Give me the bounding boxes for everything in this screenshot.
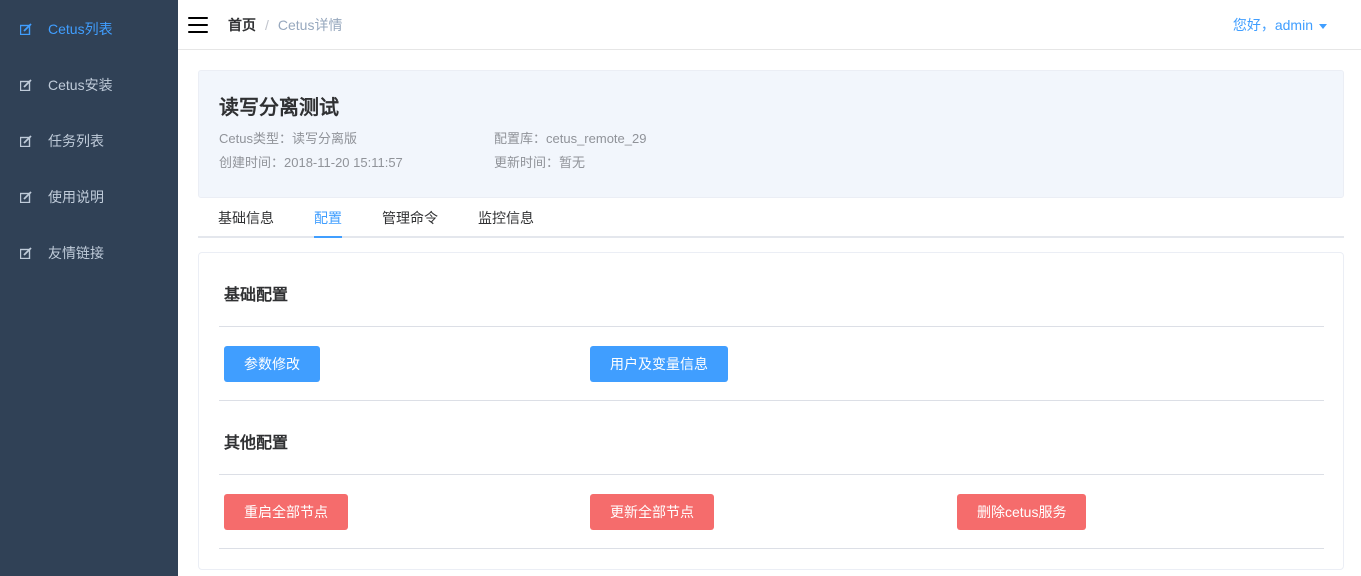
- caret-down-icon: [1319, 23, 1327, 29]
- created-time: 创建时间：2018-11-20 15:11:57: [219, 155, 403, 170]
- sidebar-item-cetus-install[interactable]: Cetus安装: [0, 57, 178, 113]
- tab-bar: 基础信息 配置 管理命令 监控信息: [198, 198, 1344, 238]
- user-menu[interactable]: 您好，admin: [1233, 0, 1327, 50]
- edit-icon: [20, 79, 32, 91]
- section-title-basic-config: 基础配置: [224, 287, 289, 304]
- breadcrumb-home[interactable]: 首页: [228, 15, 256, 35]
- sidebar-item-label: 友情链接: [48, 245, 104, 261]
- sidebar-item-cetus-list[interactable]: Cetus列表: [0, 1, 178, 57]
- active-tab-indicator: [314, 236, 342, 238]
- config-db: 配置库：cetus_remote_29: [494, 131, 647, 146]
- sidebar-item-label: 任务列表: [48, 133, 104, 149]
- sidebar-item-friend-links[interactable]: 友情链接: [0, 225, 178, 281]
- user-variables-button[interactable]: 用户及变量信息: [590, 346, 728, 382]
- breadcrumb-separator: /: [265, 16, 269, 33]
- breadcrumb-current: Cetus详情: [277, 16, 343, 33]
- section-title-other-config: 其他配置: [224, 435, 289, 452]
- cetus-type: Cetus类型：读写分离版: [219, 131, 357, 146]
- delete-cetus-service-button[interactable]: 删除cetus服务: [957, 494, 1087, 530]
- user-greeting: 您好，admin: [1232, 17, 1313, 33]
- sidebar-item-label: 使用说明: [48, 189, 104, 205]
- instance-header: 读写分离测试 Cetus类型：读写分离版 配置库：cetus_remote_29…: [198, 70, 1344, 198]
- edit-icon: [20, 135, 32, 147]
- tab-monitoring[interactable]: 监控信息: [478, 198, 534, 238]
- sidebar-item-label: Cetus安装: [48, 77, 113, 93]
- page-title: 读写分离测试: [219, 97, 339, 119]
- divider: [219, 474, 1324, 475]
- divider: [219, 548, 1324, 549]
- param-modify-button[interactable]: 参数修改: [224, 346, 320, 382]
- sidebar-item-label: Cetus列表: [48, 21, 113, 37]
- updated-time: 更新时间：暂无: [494, 155, 586, 170]
- navbar: 首页 / Cetus详情 您好，admin: [178, 0, 1361, 50]
- sidebar: Cetus列表 Cetus安装 任务列表 使用说明 友情链接: [0, 0, 178, 576]
- tab-config[interactable]: 配置: [314, 198, 342, 238]
- edit-icon: [20, 191, 32, 203]
- hamburger-menu-icon[interactable]: [188, 16, 208, 33]
- update-all-nodes-button[interactable]: 更新全部节点: [590, 494, 714, 530]
- sidebar-item-task-list[interactable]: 任务列表: [0, 113, 178, 169]
- divider: [219, 400, 1324, 401]
- config-panel: 基础配置 参数修改 用户及变量信息 其他配置 重启全部节点 更新全部节点 删除c…: [198, 252, 1344, 570]
- tab-basic-info[interactable]: 基础信息: [218, 198, 274, 238]
- divider: [219, 326, 1324, 327]
- breadcrumb: 首页 / Cetus详情: [228, 15, 342, 35]
- edit-icon: [20, 247, 32, 259]
- edit-icon: [20, 23, 32, 35]
- restart-all-nodes-button[interactable]: 重启全部节点: [224, 494, 348, 530]
- sidebar-item-usage-guide[interactable]: 使用说明: [0, 169, 178, 225]
- tab-admin-commands[interactable]: 管理命令: [382, 198, 438, 238]
